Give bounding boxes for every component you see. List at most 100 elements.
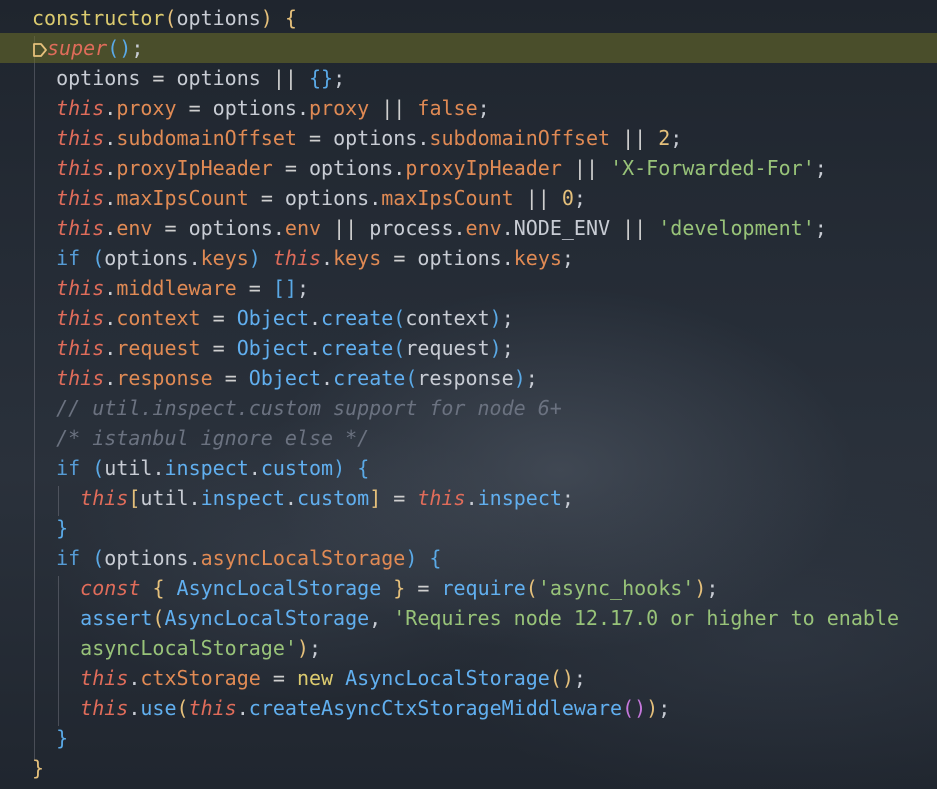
- code-token: ): [248, 246, 261, 270]
- code-token: request: [405, 336, 490, 360]
- code-token: inspect: [164, 456, 249, 480]
- code-line[interactable]: if (util.inspect.custom) {: [32, 453, 937, 483]
- code-token: ;: [501, 306, 514, 330]
- code-token: const: [80, 576, 141, 600]
- code-token: util.: [104, 456, 165, 480]
- code-token: ): [646, 696, 659, 720]
- code-token: {}: [308, 66, 334, 90]
- code-line[interactable]: this.env = options.env || process.env.NO…: [32, 213, 937, 243]
- code-token: asyncLocalStorage': [80, 636, 297, 660]
- code-token: this: [56, 306, 105, 330]
- code-token: this: [56, 126, 105, 150]
- code-token: (: [393, 306, 406, 330]
- code-token: .: [104, 156, 117, 180]
- code-line[interactable]: if (options.asyncLocalStorage) {: [32, 543, 937, 573]
- code-line[interactable]: this.response = Object.create(response);: [32, 363, 937, 393]
- code-line[interactable]: assert(AsyncLocalStorage, 'Requires node…: [32, 603, 937, 633]
- code-token: ): [260, 6, 273, 30]
- code-token: custom: [296, 486, 370, 510]
- code-line[interactable]: this.use(this.createAsyncCtxStorageMiddl…: [32, 693, 937, 723]
- code-token: keys: [200, 246, 249, 270]
- code-token: proxy: [309, 96, 370, 120]
- code-token: ): [513, 366, 526, 390]
- code-token: this: [272, 246, 322, 270]
- breakpoint-arrow-icon[interactable]: [32, 42, 47, 57]
- code-token: this: [80, 696, 129, 720]
- code-token: this: [56, 366, 105, 390]
- code-token: ;: [561, 246, 574, 270]
- code-line[interactable]: options = options || {};: [32, 63, 937, 93]
- code-token: .: [321, 246, 334, 270]
- code-token: (: [152, 606, 165, 630]
- code-token: ]: [369, 486, 382, 510]
- code-token: options.: [176, 216, 285, 240]
- code-line[interactable]: if (options.keys) this.keys = options.ke…: [32, 243, 937, 273]
- code-line[interactable]: this.request = Object.create(request);: [32, 333, 937, 363]
- code-token: ||: [272, 66, 297, 90]
- code-line[interactable]: this[util.inspect.custom] = this.inspect…: [32, 483, 937, 513]
- code-line[interactable]: this.middleware = [];: [32, 273, 937, 303]
- code-token: ;: [670, 126, 683, 150]
- code-line[interactable]: const { AsyncLocalStorage } = require('a…: [32, 573, 937, 603]
- code-token: ;: [333, 66, 346, 90]
- code-token: =: [188, 96, 201, 120]
- code-editor[interactable]: constructor(options) {super(); options =…: [0, 0, 937, 789]
- code-token: }: [32, 756, 45, 780]
- code-token: maxIpsCount: [381, 186, 514, 210]
- code-line[interactable]: }: [32, 513, 937, 543]
- code-token: ||: [622, 126, 647, 150]
- code-token: new: [296, 666, 334, 690]
- code-line[interactable]: this.maxIpsCount = options.maxIpsCount |…: [32, 183, 937, 213]
- code-token: 'X-Forwarded-For': [610, 156, 815, 180]
- code-token: ||: [622, 216, 647, 240]
- code-token: =: [393, 246, 406, 270]
- code-line[interactable]: this.context = Object.create(context);: [32, 303, 937, 333]
- code-token: (: [176, 696, 189, 720]
- code-token: =: [393, 486, 406, 510]
- code-token: (): [549, 666, 574, 690]
- code-token: options: [164, 66, 273, 90]
- code-token: (: [405, 366, 418, 390]
- code-line[interactable]: // util.inspect.custom support for node …: [32, 393, 937, 423]
- code-line[interactable]: constructor(options) {: [32, 3, 937, 33]
- code-line[interactable]: this.ctxStorage = new AsyncLocalStorage(…: [32, 663, 937, 693]
- code-line[interactable]: }: [32, 723, 937, 753]
- code-token: proxy: [116, 96, 177, 120]
- code-line[interactable]: super();: [0, 33, 937, 63]
- code-token: this: [56, 96, 105, 120]
- code-lines[interactable]: constructor(options) {super(); options =…: [0, 3, 937, 783]
- code-line[interactable]: this.subdomainOffset = options.subdomain…: [32, 123, 937, 153]
- code-token: .: [104, 216, 117, 240]
- code-token: ,: [369, 606, 394, 630]
- code-token: middleware: [116, 276, 237, 300]
- code-token: {: [152, 576, 165, 600]
- code-line[interactable]: asyncLocalStorage');: [32, 633, 937, 663]
- code-token: context: [116, 306, 201, 330]
- code-line[interactable]: this.proxy = options.proxy || false;: [32, 93, 937, 123]
- code-line[interactable]: /* istanbul ignore else */: [32, 423, 937, 453]
- code-line[interactable]: this.proxyIpHeader = options.proxyIpHead…: [32, 153, 937, 183]
- code-line[interactable]: }: [32, 753, 937, 783]
- code-token: =: [417, 576, 430, 600]
- code-token: env: [465, 216, 502, 240]
